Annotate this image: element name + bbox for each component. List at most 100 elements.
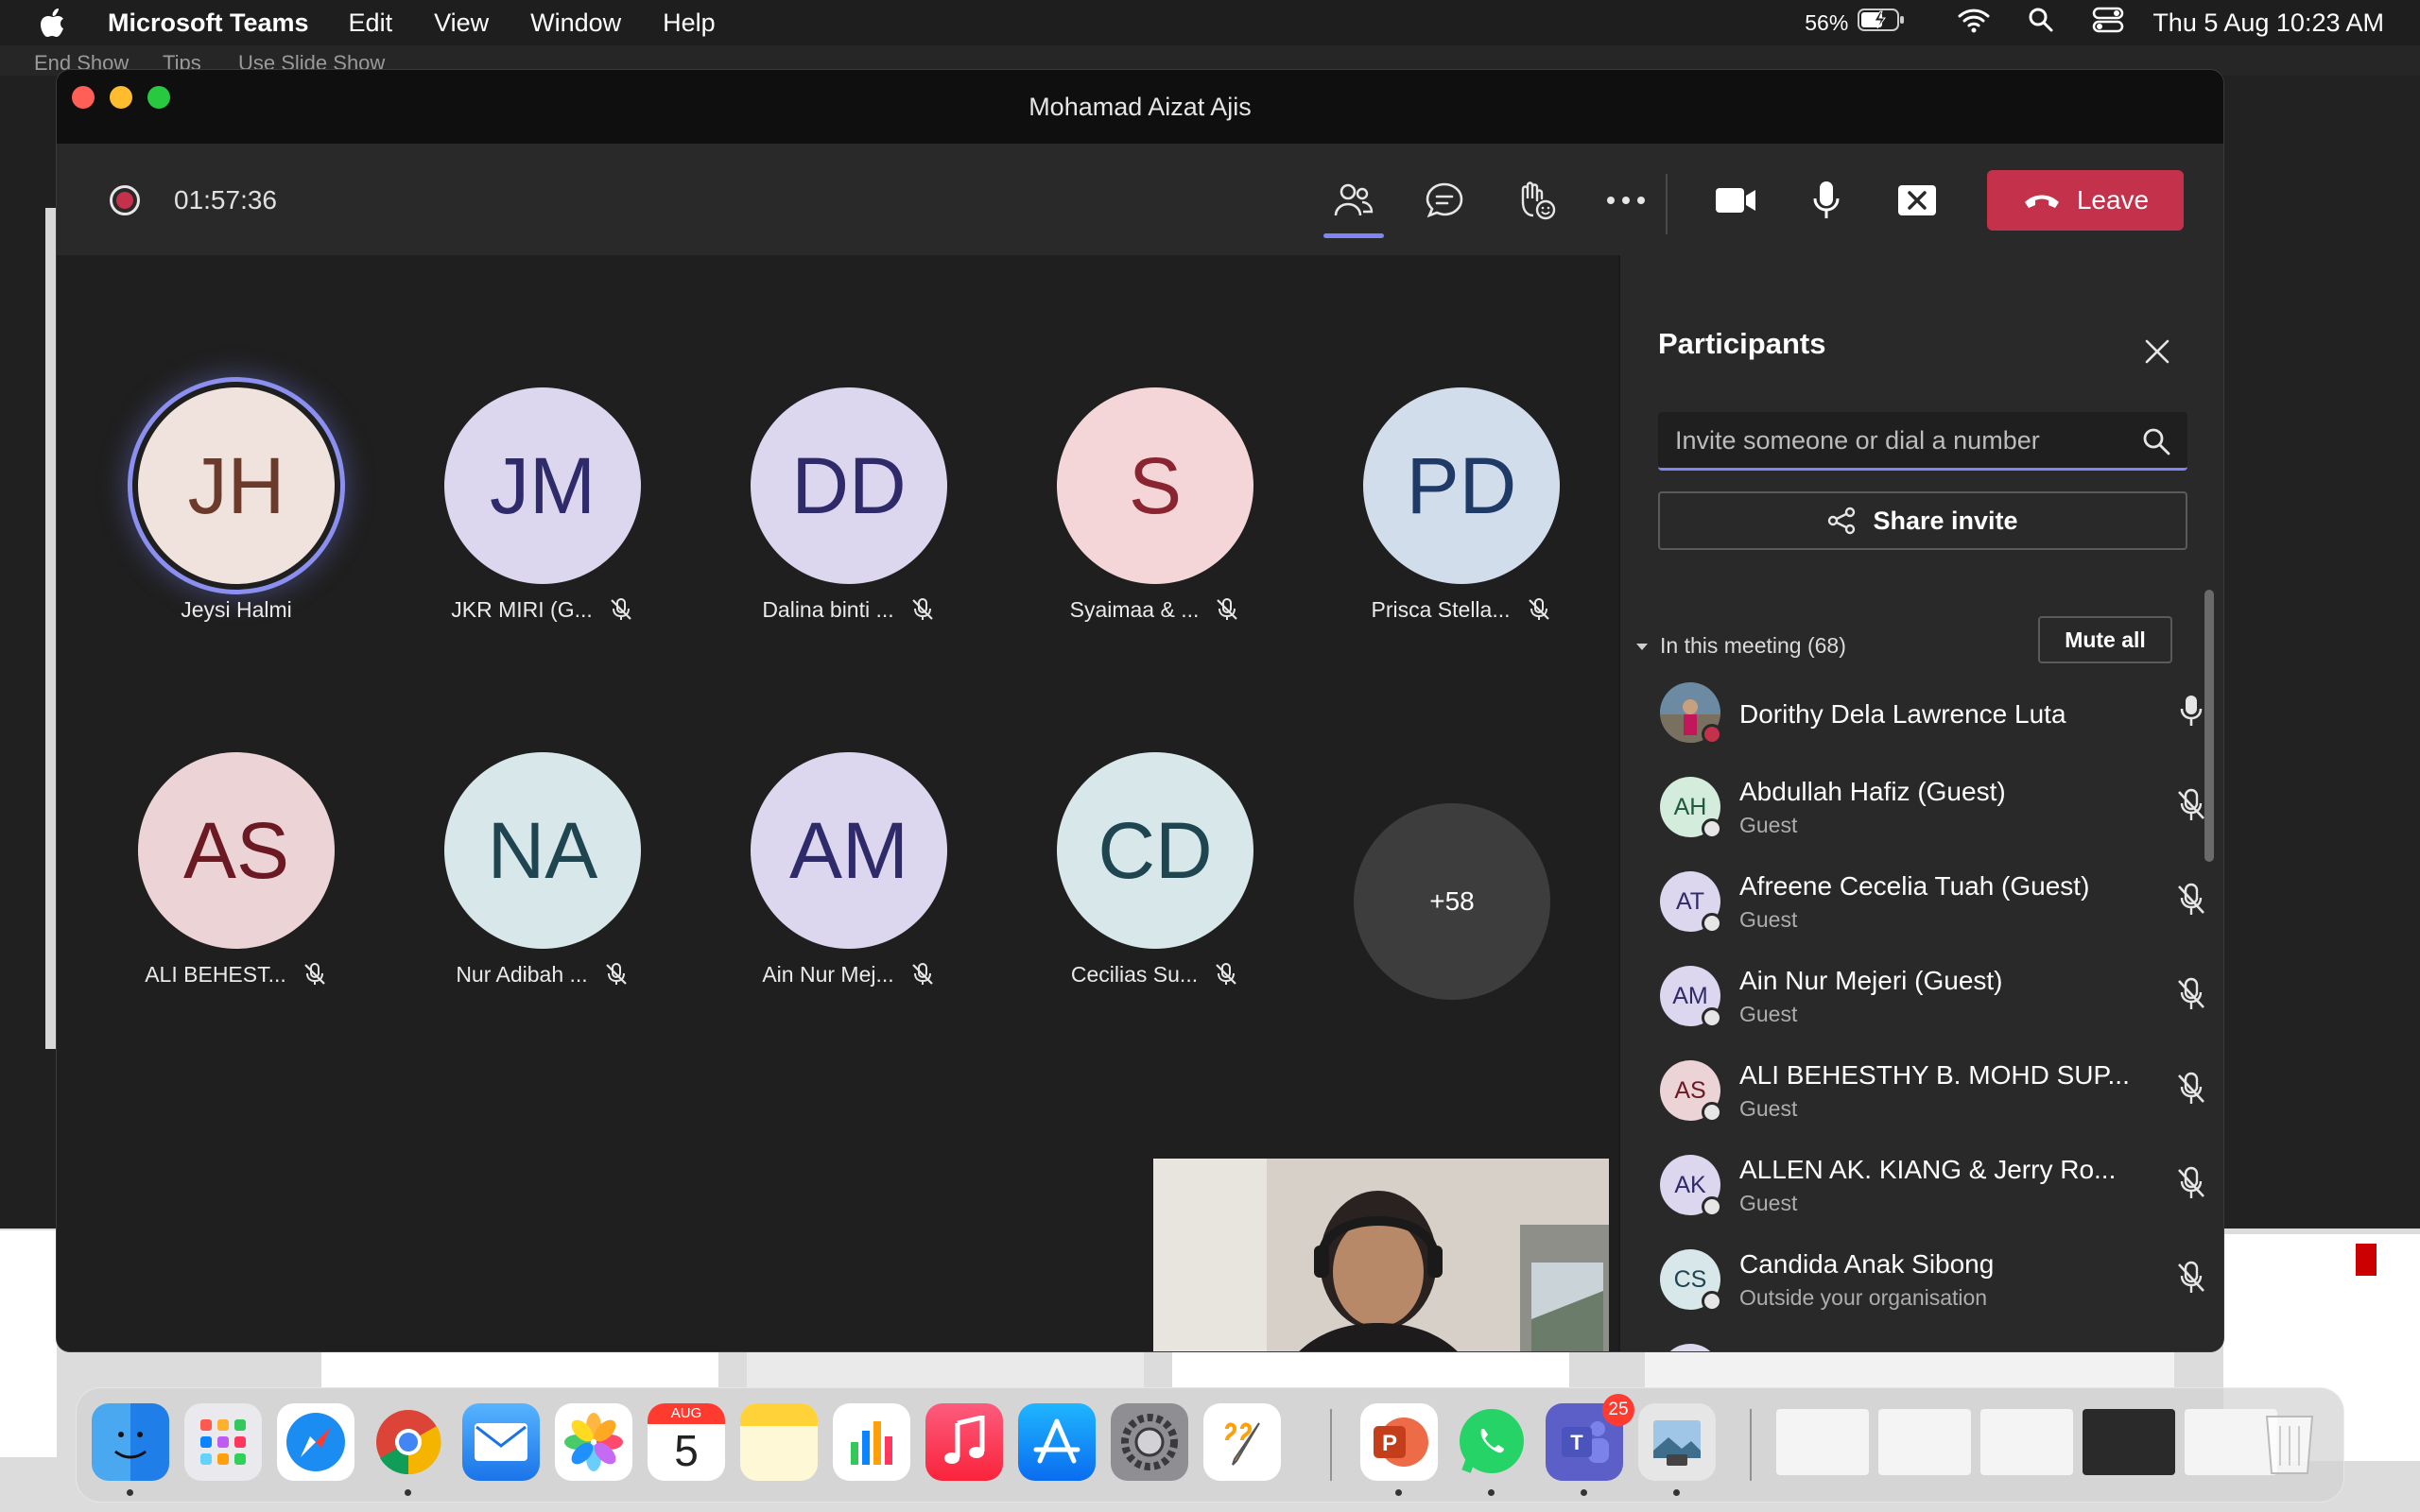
mic-off-icon (911, 963, 933, 985)
participant-list-item[interactable]: CLCarlene Lentang anak Janit (... (1620, 1327, 2206, 1351)
search-icon[interactable] (2140, 425, 2172, 457)
calendar-icon[interactable]: AUG 5 (648, 1403, 725, 1481)
trash-icon[interactable] (2251, 1403, 2328, 1481)
participant-avatar: CD (1057, 752, 1253, 949)
menu-view[interactable]: View (434, 9, 489, 38)
share-invite-button[interactable]: Share invite (1658, 491, 2187, 550)
menubar-clock[interactable]: Thu 5 Aug 10:23 AM (2152, 9, 2384, 38)
participant-initials: NA (487, 805, 598, 895)
close-icon (2145, 339, 2169, 364)
background-right-panel (2223, 76, 2420, 1228)
overflow-participants-tile[interactable]: +58 (1310, 803, 1594, 1000)
minimized-window-thumbnail[interactable] (2083, 1409, 2175, 1475)
invite-search-box (1658, 412, 2187, 471)
wifi-icon[interactable] (1958, 7, 1990, 40)
participant-mic-status[interactable] (2172, 881, 2206, 919)
participant-mic-status[interactable] (2172, 1070, 2206, 1108)
participant-avatar: DD (751, 387, 947, 584)
show-chat-button[interactable] (1416, 172, 1473, 229)
self-video-image (1153, 1159, 1609, 1351)
participant-mic-status[interactable] (2172, 975, 2206, 1013)
participant-tile[interactable]: JH Jeysi Halmi (95, 387, 378, 624)
participant-list-item[interactable]: AK ALLEN AK. KIANG & Jerry Ro... Guest (1620, 1138, 2206, 1232)
menu-window[interactable]: Window (530, 9, 621, 38)
participant-list-name: ALI BEHESTHY B. MOHD SUP... (1739, 1060, 2130, 1090)
participant-name: Syaimaa & ... (1069, 596, 1200, 622)
zoom-window-button[interactable] (147, 86, 170, 109)
mic-off-icon (2178, 1261, 2204, 1293)
participant-mic-status[interactable] (2172, 692, 2206, 730)
close-window-button[interactable] (72, 86, 95, 109)
participant-tile[interactable]: NA Nur Adibah ... (401, 752, 684, 988)
participant-list-item[interactable]: Dorithy Dela Lawrence Luta (1620, 665, 2206, 760)
finder-icon[interactable] (92, 1403, 169, 1496)
numbers-icon[interactable] (833, 1403, 910, 1481)
chrome-icon[interactable] (370, 1403, 447, 1496)
participant-avatar: AS (1660, 1060, 1722, 1123)
mail-icon[interactable] (462, 1403, 540, 1481)
participant-tile-label: Ain Nur Mej... (707, 960, 991, 988)
participant-tile[interactable]: CD Cecilias Su... (1013, 752, 1297, 988)
photos-icon[interactable] (555, 1403, 632, 1481)
menu-edit[interactable]: Edit (349, 9, 393, 38)
minimized-window-thumbnail[interactable] (1776, 1409, 1869, 1475)
participant-initials: JH (187, 440, 285, 530)
spotlight-icon[interactable] (2028, 7, 2054, 40)
reactions-button[interactable] (1507, 172, 1564, 229)
participant-list-item[interactable]: CS Candida Anak Sibong Outside your organi… (1620, 1232, 2206, 1327)
whatsapp-icon[interactable] (1453, 1403, 1530, 1496)
participant-list-item[interactable]: AS ALI BEHESTHY B. MOHD SUP... Guest (1620, 1043, 2206, 1138)
app-store-icon[interactable] (1018, 1403, 1096, 1481)
participant-initials: CS (1673, 1265, 1707, 1293)
participant-tile[interactable]: DD Dalina binti ... (707, 387, 991, 624)
apple-icon[interactable] (38, 7, 70, 39)
participant-tile[interactable]: AM Ain Nur Mej... (707, 752, 991, 988)
show-participants-button[interactable] (1323, 172, 1384, 238)
participant-avatar: JH (138, 387, 335, 584)
camera-button[interactable] (1707, 172, 1764, 229)
svg-text:P: P (1382, 1431, 1397, 1456)
launchpad-icon[interactable] (184, 1403, 262, 1481)
control-center-icon[interactable] (2092, 6, 2124, 41)
share-content-button[interactable] (1889, 172, 1945, 229)
battery-icon[interactable] (1858, 8, 1907, 39)
participant-list-name: Dorithy Dela Lawrence Luta (1739, 699, 2066, 729)
self-video-preview[interactable] (1153, 1159, 1609, 1351)
participant-mic-status[interactable] (2172, 1259, 2206, 1297)
battery-percent: 56% (1805, 9, 1849, 35)
minimized-window-thumbnail[interactable] (1980, 1409, 2073, 1475)
preview-icon[interactable] (1638, 1403, 1716, 1496)
in-meeting-section-toggle[interactable]: In this meeting (68) (1635, 633, 1846, 659)
system-preferences-icon[interactable] (1111, 1403, 1188, 1481)
participant-list-item[interactable]: AH Abdullah Hafiz (Guest) Guest (1620, 760, 2206, 854)
safari-icon[interactable] (277, 1403, 354, 1481)
leave-button[interactable]: Leave (1987, 170, 2184, 231)
powerpoint-icon[interactable]: P (1360, 1403, 1438, 1496)
participant-initials: AM (1672, 982, 1708, 1009)
more-actions-button[interactable] (1598, 172, 1654, 229)
participant-tile[interactable]: PD Prisca Stella... (1320, 387, 1603, 624)
music-icon[interactable] (925, 1403, 1003, 1481)
participant-list-name: Abdullah Hafiz (Guest) (1739, 777, 2006, 806)
participant-list-item[interactable]: AM Ain Nur Mejeri (Guest) Guest (1620, 949, 2206, 1043)
participant-mic-status[interactable] (2172, 1164, 2206, 1202)
participants-scrollbar[interactable] (2204, 590, 2214, 862)
pages-icon[interactable] (1203, 1403, 1281, 1481)
participant-avatar: NA (444, 752, 641, 949)
menu-help[interactable]: Help (663, 9, 716, 38)
participant-mic-status[interactable] (2172, 786, 2206, 824)
notes-icon[interactable] (740, 1403, 818, 1481)
mute-all-button[interactable]: Mute all (2038, 616, 2172, 663)
participant-tile[interactable]: JM JKR MIRI (G... (401, 387, 684, 624)
minimized-window-thumbnail[interactable] (1878, 1409, 1971, 1475)
participant-name: Ain Nur Mej... (762, 961, 894, 987)
participant-tile[interactable]: AS ALI BEHEST... (95, 752, 378, 988)
teams-icon[interactable]: T 25 (1546, 1394, 1634, 1496)
microphone-button[interactable] (1798, 172, 1855, 229)
minimize-window-button[interactable] (110, 86, 132, 109)
menu-app-name[interactable]: Microsoft Teams (108, 9, 309, 38)
participant-list-item[interactable]: AT Afreene Cecelia Tuah (Guest) Guest (1620, 854, 2206, 949)
close-participants-button[interactable] (2138, 333, 2176, 370)
invite-search-input[interactable] (1675, 420, 2119, 461)
participant-tile[interactable]: S Syaimaa & ... (1013, 387, 1297, 624)
